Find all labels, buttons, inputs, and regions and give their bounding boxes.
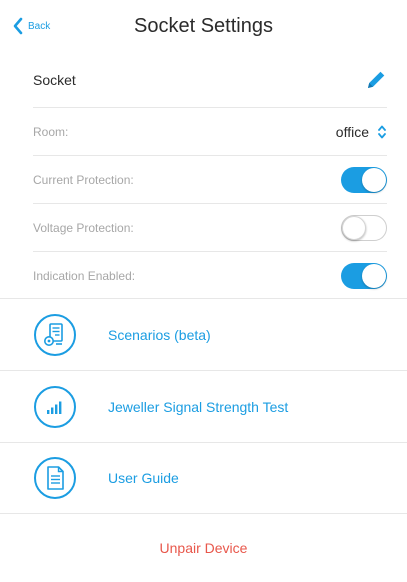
user-guide-icon [34,457,76,499]
user-guide-label: User Guide [108,470,179,486]
up-down-chevron-icon [378,125,386,138]
user-guide-item[interactable]: User Guide [0,442,407,514]
room-row[interactable]: Room: office [33,108,387,156]
unpair-device-button[interactable]: Unpair Device [0,540,407,556]
settings-list: Socket Room: office Current Protection: … [33,52,387,300]
voltage-protection-toggle[interactable] [341,214,387,241]
signal-test-label: Jeweller Signal Strength Test [108,398,289,415]
device-name: Socket [33,71,76,88]
pencil-icon[interactable] [365,69,387,91]
voltage-protection-label: Voltage Protection: [33,220,134,235]
current-protection-toggle[interactable] [341,166,387,193]
indication-row: Indication Enabled: [33,252,387,300]
toggle-knob [362,264,386,288]
room-label: Room: [33,124,69,139]
socket-settings-screen: Back Socket Settings Socket Room: office… [0,0,407,582]
current-protection-label: Current Protection: [33,172,134,187]
page-title: Socket Settings [134,15,273,37]
indication-toggle[interactable] [341,263,387,289]
device-name-row: Socket [33,52,387,108]
room-value: office [335,123,369,140]
scenarios-icon [34,313,76,356]
toggle-knob [362,167,386,192]
toggle-knob [342,215,366,240]
signal-test-item[interactable]: Jeweller Signal Strength Test [0,370,407,442]
indication-label: Indication Enabled: [33,269,136,283]
scenarios-item[interactable]: Scenarios (beta) [0,298,407,370]
room-selector[interactable]: office [336,124,387,140]
current-protection-row: Current Protection: [33,156,387,204]
signal-strength-icon [34,385,76,428]
navigation-bar: Back Socket Settings [0,0,407,52]
action-list: Scenarios (beta) Jeweller Signal Strengt… [0,298,407,514]
voltage-protection-row: Voltage Protection: [33,204,387,252]
scenarios-label: Scenarios (beta) [108,326,211,343]
